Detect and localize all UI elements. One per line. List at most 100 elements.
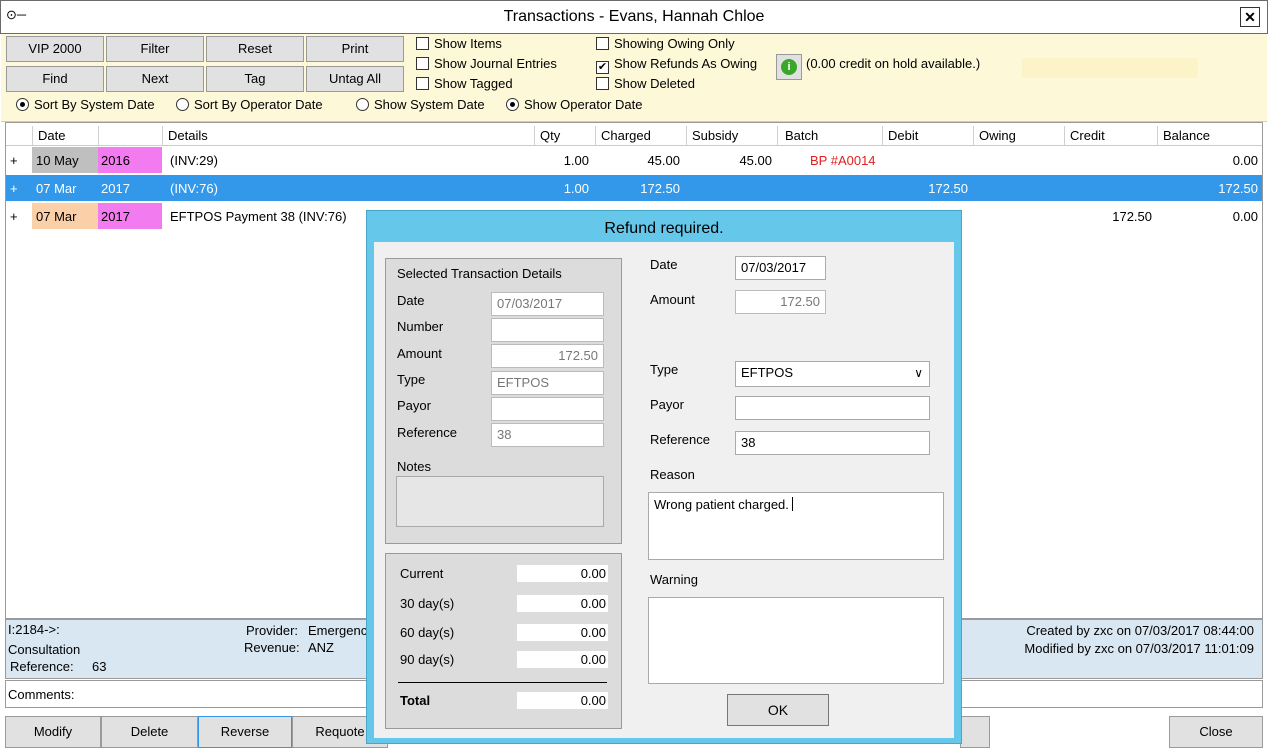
refund-date-label: Date [650,257,678,272]
total-divider [398,682,607,683]
sel-number-label: Number [397,319,444,334]
showing-owing-only-label: Showing Owing Only [614,36,735,51]
print-button[interactable]: Print [306,36,404,62]
sort-system-date-radio[interactable]: Sort By System Date [16,96,155,114]
credit-on-hold-text: (0.00 credit on hold available.) [806,56,981,71]
next-button[interactable]: Next [106,66,204,92]
col-details[interactable]: Details [168,128,208,143]
delete-button[interactable]: Delete [101,716,198,748]
refund-amount-label: Amount [650,292,695,307]
info-button[interactable]: i [776,54,802,80]
sort-operator-date-label: Sort By Operator Date [194,97,323,112]
table-row[interactable]: + 10 May 2016 (INV:29) 1.00 45.00 45.00 … [6,147,1262,173]
show-items-checkbox[interactable]: Show Items [416,35,502,53]
show-operator-date-radio[interactable]: Show Operator Date [506,96,643,114]
group-heading: Selected Transaction Details [397,266,562,281]
refund-payor-label: Payor [650,397,684,412]
show-system-date-label: Show System Date [374,97,485,112]
row-details: (INV:29) [170,153,218,168]
find-button[interactable]: Find [6,66,104,92]
created-text: Created by zxc on 07/03/2017 08:44:00 [1026,623,1254,638]
expand-icon[interactable]: + [10,153,18,168]
info-revenue-value: ANZ [308,640,334,655]
sel-reference-field: 38 [491,423,604,447]
col-owing[interactable]: Owing [979,128,1016,143]
sel-notes-label: Notes [397,459,431,474]
col-debit[interactable]: Debit [888,128,918,143]
show-items-label: Show Items [434,36,502,51]
row-charged: 172.50 [640,181,680,196]
window-title: Transactions - Evans, Hannah Chloe [503,8,765,25]
dialog-title: Refund required. [604,220,724,237]
sel-type-label: Type [397,372,426,387]
row-debit: 172.50 [928,181,968,196]
expand-icon[interactable]: + [10,209,18,224]
refund-reference-label: Reference [650,432,710,447]
col-qty[interactable]: Qty [540,128,560,143]
info-revenue-label: Revenue: [244,640,300,655]
refund-type-value: EFTPOS [741,365,794,380]
comments-label: Comments: [8,687,75,702]
refund-reason-label: Reason [650,467,695,482]
show-system-date-radio[interactable]: Show System Date [356,96,485,114]
row-year: 2017 [101,181,130,196]
show-journal-entries-checkbox[interactable]: Show Journal Entries [416,55,557,73]
sel-number-field [491,318,604,342]
show-tagged-label: Show Tagged [434,76,513,91]
modified-text: Modified by zxc on 07/03/2017 11:01:09 [1024,641,1254,656]
text-caret [791,497,793,511]
sel-payor-field [491,397,604,421]
showing-owing-only-checkbox[interactable]: Showing Owing Only [596,35,735,53]
info-provider-label: Provider: [246,623,299,638]
aging-total-label: Total [400,693,431,708]
col-subsidy[interactable]: Subsidy [692,128,738,143]
col-date[interactable]: Date [38,128,65,143]
row-qty: 1.00 [563,153,589,168]
vip-2000-button[interactable]: VIP 2000 [6,36,104,62]
row-charged: 45.00 [647,153,680,168]
refund-payor-field[interactable] [735,396,930,420]
aging-60-value: 0.00 [517,624,608,641]
refund-type-select[interactable]: EFTPOS ∨ [735,361,930,387]
modify-button[interactable]: Modify [5,716,101,748]
row-credit: 172.50 [1112,209,1152,224]
ok-button[interactable]: OK [727,694,829,726]
close-button[interactable]: Close [1169,716,1263,748]
close-icon[interactable]: ✕ [1240,7,1260,27]
reverse-button[interactable]: Reverse [198,716,292,748]
expand-icon[interactable]: + [10,181,18,196]
row-details: EFTPOS Payment 38 (INV:76) [170,209,347,224]
show-refunds-as-owing-checkbox[interactable]: ✔ Show Refunds As Owing [596,55,758,74]
refund-reason-field[interactable]: Wrong patient charged. [648,492,944,560]
filter-button[interactable]: Filter [106,36,204,62]
reason-text: Wrong patient charged. [654,497,789,512]
sort-operator-date-radio[interactable]: Sort By Operator Date [176,96,323,114]
refund-reference-field[interactable]: 38 [735,431,930,455]
row-year: 2017 [101,209,130,224]
show-refunds-as-owing-label: Show Refunds As Owing [614,56,758,71]
col-batch[interactable]: Batch [785,128,818,143]
hidden-button[interactable] [960,716,990,748]
aging-30-value: 0.00 [517,595,608,612]
col-credit[interactable]: Credit [1070,128,1105,143]
info-provider-value: Emergenc [308,623,368,638]
aging-90-label: 90 day(s) [400,652,455,667]
row-balance: 0.00 [1232,209,1258,224]
tag-button[interactable]: Tag [206,66,304,92]
aging-30-label: 30 day(s) [400,596,455,611]
untag-all-button[interactable]: Untag All [306,66,404,92]
info-reference-value: 63 [92,659,107,674]
show-tagged-checkbox[interactable]: Show Tagged [416,75,513,93]
refund-date-field[interactable]: 07/03/2017 [735,256,826,280]
table-row-selected[interactable]: + 07 Mar 2017 (INV:76) 1.00 172.50 172.5… [6,175,1262,201]
show-deleted-checkbox[interactable]: Show Deleted [596,75,695,93]
row-balance: 172.50 [1218,181,1258,196]
sel-amount-field: 172.50 [491,344,604,368]
col-charged[interactable]: Charged [601,128,651,143]
col-balance[interactable]: Balance [1163,128,1210,143]
reset-button[interactable]: Reset [206,36,304,62]
sel-date-field: 07/03/2017 [491,292,604,316]
show-journal-entries-label: Show Journal Entries [434,56,557,71]
show-operator-date-label: Show Operator Date [524,97,643,112]
row-year: 2016 [101,153,130,168]
